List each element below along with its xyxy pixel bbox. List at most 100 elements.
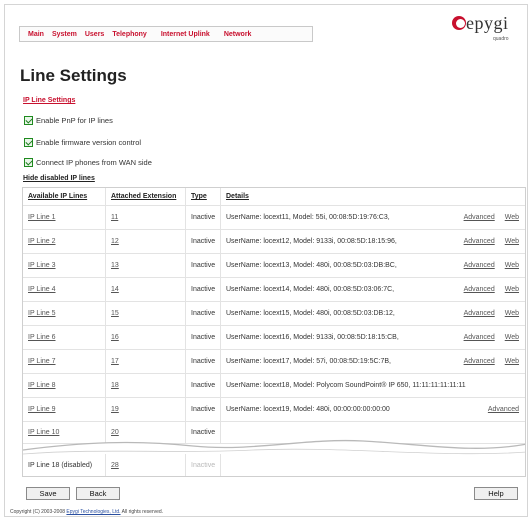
advanced-link[interactable]: Advanced [464, 334, 495, 341]
logo-wordmark: epygi [466, 13, 509, 33]
details-text: UserName: locext18, Model: Polycom Sound… [226, 381, 466, 389]
details-text: UserName: locext19, Model: 480i, 00:00:0… [226, 405, 390, 413]
ip-line-link[interactable]: IP Line 4 [28, 286, 56, 293]
copyright: Copyright (C) 2003-2008 Epygi Technologi… [10, 509, 163, 515]
type-value: Inactive [191, 333, 216, 341]
nav-main[interactable]: Main [28, 31, 44, 38]
ip-line-link[interactable]: IP Line 1 [28, 214, 56, 221]
nav-network[interactable]: Network [224, 31, 252, 38]
web-link[interactable]: Web [505, 238, 519, 245]
details-text: UserName: locext15, Model: 480i, 00:08:5… [226, 309, 395, 317]
ip-line-disabled[interactable]: IP Line 18 (disabled) [28, 462, 92, 469]
header-attached-extension[interactable]: Attached Extension [106, 188, 186, 205]
wan-checkbox-row[interactable]: Connect IP phones from WAN side [24, 158, 152, 167]
logo-subtitle: quadro [493, 36, 509, 42]
advanced-link[interactable]: Advanced [464, 238, 495, 245]
type-value: Inactive [191, 237, 216, 245]
table-row: IP Line 4 14 Inactive UserName: locext14… [23, 277, 525, 302]
advanced-link[interactable]: Advanced [464, 214, 495, 221]
web-link[interactable]: Web [505, 262, 519, 269]
back-button[interactable]: Back [76, 487, 120, 500]
table-row: IP Line 9 19 Inactive UserName: locext19… [23, 397, 525, 422]
web-link[interactable]: Web [505, 358, 519, 365]
web-link[interactable]: Web [505, 334, 519, 341]
logo-swoosh-icon [452, 16, 466, 30]
ip-line-link[interactable]: IP Line 10 [28, 429, 59, 436]
nav-telephony[interactable]: Telephony [112, 31, 146, 38]
extension-link[interactable]: 16 [111, 334, 119, 341]
type-value: Inactive [191, 285, 216, 293]
header-available-lines[interactable]: Available IP Lines [23, 188, 106, 205]
extension-link[interactable]: 12 [111, 238, 119, 245]
firmware-checkbox-row[interactable]: Enable firmware version control [24, 138, 141, 147]
copyright-prefix: Copyright (C) 2003-2008 [10, 509, 66, 515]
ip-line-link[interactable]: IP Line 5 [28, 310, 56, 317]
extension-link[interactable]: 13 [111, 262, 119, 269]
type-value: Inactive [191, 462, 216, 469]
table-row: IP Line 5 15 Inactive UserName: locext15… [23, 301, 525, 326]
advanced-link[interactable]: Advanced [464, 286, 495, 293]
extension-link[interactable]: 15 [111, 310, 119, 317]
save-button[interactable]: Save [26, 487, 70, 500]
extension-link[interactable]: 17 [111, 358, 119, 365]
type-value: Inactive [191, 428, 216, 436]
table-header: Available IP Lines Attached Extension Ty… [23, 188, 525, 206]
extension-link[interactable]: 11 [111, 214, 118, 221]
type-value: Inactive [191, 381, 216, 389]
wan-checkbox[interactable] [24, 158, 33, 167]
extension-link[interactable]: 18 [111, 382, 119, 389]
type-value: Inactive [191, 405, 216, 413]
ip-line-link[interactable]: IP Line 8 [28, 382, 56, 389]
type-value: Inactive [191, 309, 216, 317]
firmware-label: Enable firmware version control [36, 138, 142, 147]
table-row: IP Line 8 18 Inactive UserName: locext18… [23, 373, 525, 398]
ip-line-link[interactable]: IP Line 7 [28, 358, 56, 365]
details-text: UserName: locext17, Model: 57i, 00:08:5D… [226, 357, 391, 365]
table-row: IP Line 1 11 Inactive UserName: locext11… [23, 205, 525, 230]
table-row: IP Line 7 17 Inactive UserName: locext17… [23, 349, 525, 374]
nav-internet-uplink[interactable]: Internet Uplink [161, 31, 210, 38]
help-button[interactable]: Help [474, 487, 518, 500]
web-link[interactable]: Web [505, 214, 519, 221]
company-link[interactable]: Epygi Technologies, Ltd. [66, 509, 120, 515]
ip-line-settings-link[interactable]: IP Line Settings [23, 97, 75, 104]
ip-line-link[interactable]: IP Line 6 [28, 334, 56, 341]
details-text: UserName: locext14, Model: 480i, 00:08:5… [226, 285, 395, 293]
firmware-checkbox[interactable] [24, 138, 33, 147]
advanced-link[interactable]: Advanced [464, 358, 495, 365]
hide-disabled-link[interactable]: Hide disabled IP lines [23, 175, 95, 182]
web-link[interactable]: Web [505, 310, 519, 317]
epygi-logo: epygi quadro [446, 10, 516, 46]
table-row: IP Line 2 12 Inactive UserName: locext12… [23, 229, 525, 254]
top-nav: Main System Users Telephony Internet Upl… [19, 26, 313, 42]
type-value: Inactive [191, 261, 216, 269]
type-value: Inactive [191, 213, 216, 221]
advanced-link[interactable]: Advanced [488, 406, 519, 413]
copyright-suffix: All rights reserved. [121, 509, 164, 515]
ip-line-link[interactable]: IP Line 2 [28, 238, 56, 245]
details-text: UserName: locext16, Model: 9133i, 00:08:… [226, 333, 399, 341]
extension-link[interactable]: 28 [111, 462, 119, 469]
table-row: IP Line 3 13 Inactive UserName: locext13… [23, 253, 525, 278]
extension-link[interactable]: 19 [111, 406, 119, 413]
wan-label: Connect IP phones from WAN side [36, 158, 152, 167]
header-type[interactable]: Type [186, 188, 221, 205]
nav-system[interactable]: System [52, 31, 77, 38]
ip-line-link[interactable]: IP Line 9 [28, 406, 56, 413]
pnp-checkbox[interactable] [24, 116, 33, 125]
header-details[interactable]: Details [221, 188, 525, 205]
page-title: Line Settings [20, 66, 127, 85]
web-link[interactable]: Web [505, 286, 519, 293]
pnp-label: Enable PnP for IP lines [36, 116, 113, 125]
pnp-checkbox-row[interactable]: Enable PnP for IP lines [24, 116, 113, 125]
table-row: IP Line 6 16 Inactive UserName: locext16… [23, 325, 525, 350]
extension-link[interactable]: 14 [111, 286, 119, 293]
nav-users[interactable]: Users [85, 31, 104, 38]
advanced-link[interactable]: Advanced [464, 310, 495, 317]
type-value: Inactive [191, 357, 216, 365]
ip-line-link[interactable]: IP Line 3 [28, 262, 56, 269]
advanced-link[interactable]: Advanced [464, 262, 495, 269]
extension-link[interactable]: 20 [111, 429, 119, 436]
details-text: UserName: locext11, Model: 55i, 00:08:5D… [226, 213, 390, 221]
details-text: UserName: locext13, Model: 480i, 00:08:5… [226, 261, 397, 269]
